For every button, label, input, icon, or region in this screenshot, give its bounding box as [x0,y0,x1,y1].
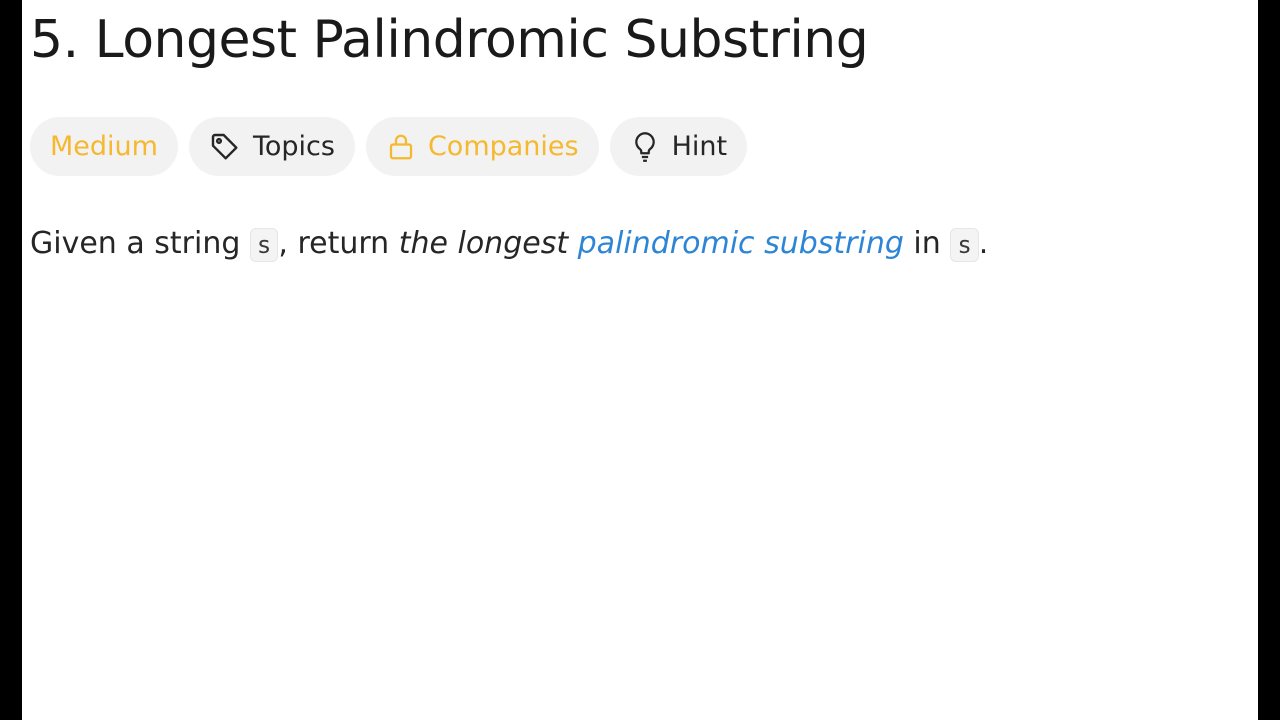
hint-label: Hint [671,131,728,162]
lightbulb-icon [630,130,660,164]
difficulty-label: Medium [50,131,158,162]
description-text: . [978,226,989,261]
problem-description: Given a string s, return the longest pal… [30,222,988,267]
description-text: , return [278,226,399,261]
companies-label: Companies [427,131,579,162]
difficulty-badge: Medium [30,117,178,176]
problem-title: 5. Longest Palindromic Substring [30,10,869,70]
hint-button[interactable]: Hint [609,117,748,176]
tag-row: Medium Topics Companies Hint [30,117,748,176]
tag-icon [209,131,241,163]
companies-button[interactable]: Companies [365,117,599,176]
code-s: s [950,228,979,262]
problem-panel: 5. Longest Palindromic Substring Medium … [22,0,1258,720]
description-emphasis: the longest [398,226,569,261]
description-space [568,226,578,261]
topics-button[interactable]: Topics [188,117,355,176]
description-text: in [903,226,951,261]
code-s: s [249,228,279,262]
description-text: Given a string [30,226,250,261]
lock-icon [386,131,416,163]
palindromic-substring-link[interactable]: palindromic substring [578,226,904,261]
topics-label: Topics [252,131,335,162]
